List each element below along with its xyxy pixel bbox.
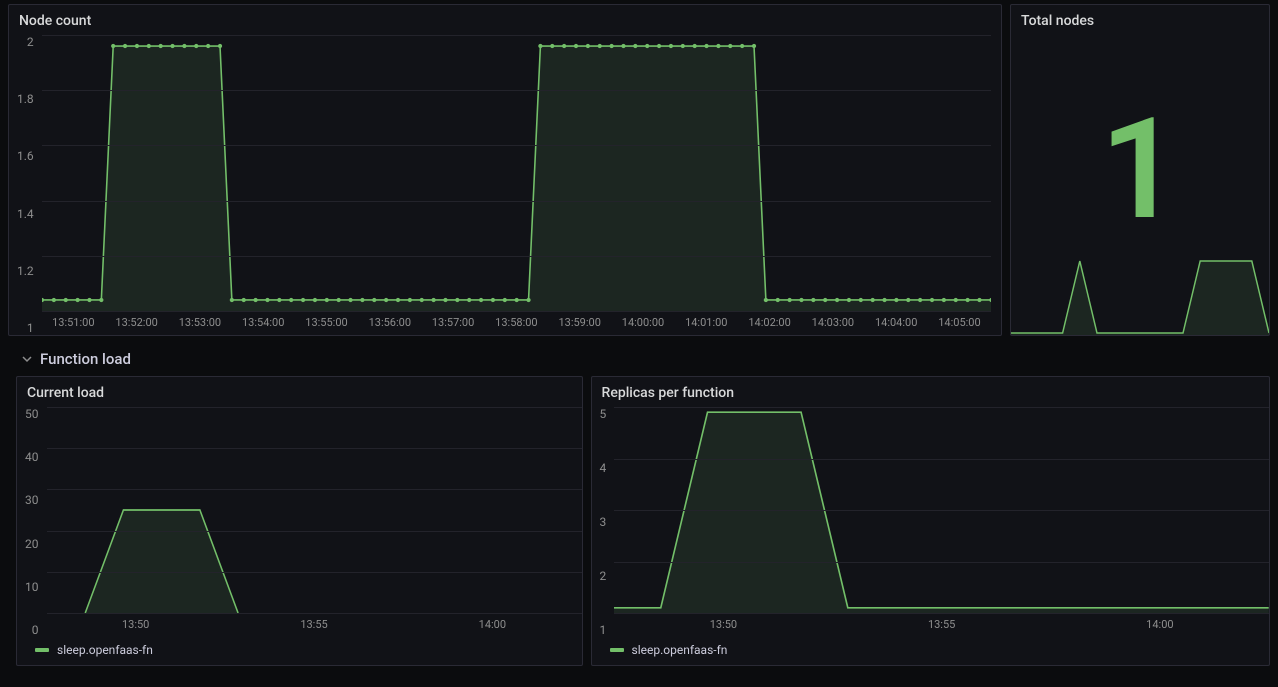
plot-area[interactable] [47,407,582,614]
row-title: Function load [40,350,131,368]
chevron-down-icon [22,354,32,364]
legend[interactable]: sleep.openfaas-fn [17,637,582,665]
panel-title: Current load [17,377,582,407]
stat-value: 1 [1100,100,1180,240]
chart-svg [42,35,991,311]
sparkline [1011,255,1269,335]
panel-current-load[interactable]: Current load 50403020100 13:5013:5514:00… [16,376,583,666]
panel-total-nodes[interactable]: Total nodes 1 [1010,4,1270,336]
legend-swatch [610,648,624,652]
chart-svg [47,407,582,613]
panel-title: Total nodes [1011,5,1269,35]
legend-swatch [35,648,49,652]
panel-title: Node count [9,5,1001,35]
plot-area[interactable] [42,35,991,312]
x-axis: 13:51:0013:52:0013:53:0013:54:0013:55:00… [42,312,991,335]
y-axis: 21.81.61.41.21 [9,35,42,335]
panel-title: Replicas per function [592,377,1269,407]
x-axis: 13:5013:5514:00 [47,614,582,637]
panel-replicas[interactable]: Replicas per function 54321 13:5013:5514… [591,376,1270,666]
legend-label: sleep.openfaas-fn [632,643,728,657]
row-toggle-function-load[interactable]: Function load [0,340,1278,376]
legend-label: sleep.openfaas-fn [57,643,153,657]
y-axis: 54321 [592,407,615,637]
y-axis: 50403020100 [17,407,47,637]
plot-area[interactable] [614,407,1269,614]
x-axis: 13:5013:5514:00 [614,614,1269,637]
panel-node-count[interactable]: Node count 21.81.61.41.21 13:51:0013:52:… [8,4,1002,336]
legend[interactable]: sleep.openfaas-fn [592,637,1269,665]
